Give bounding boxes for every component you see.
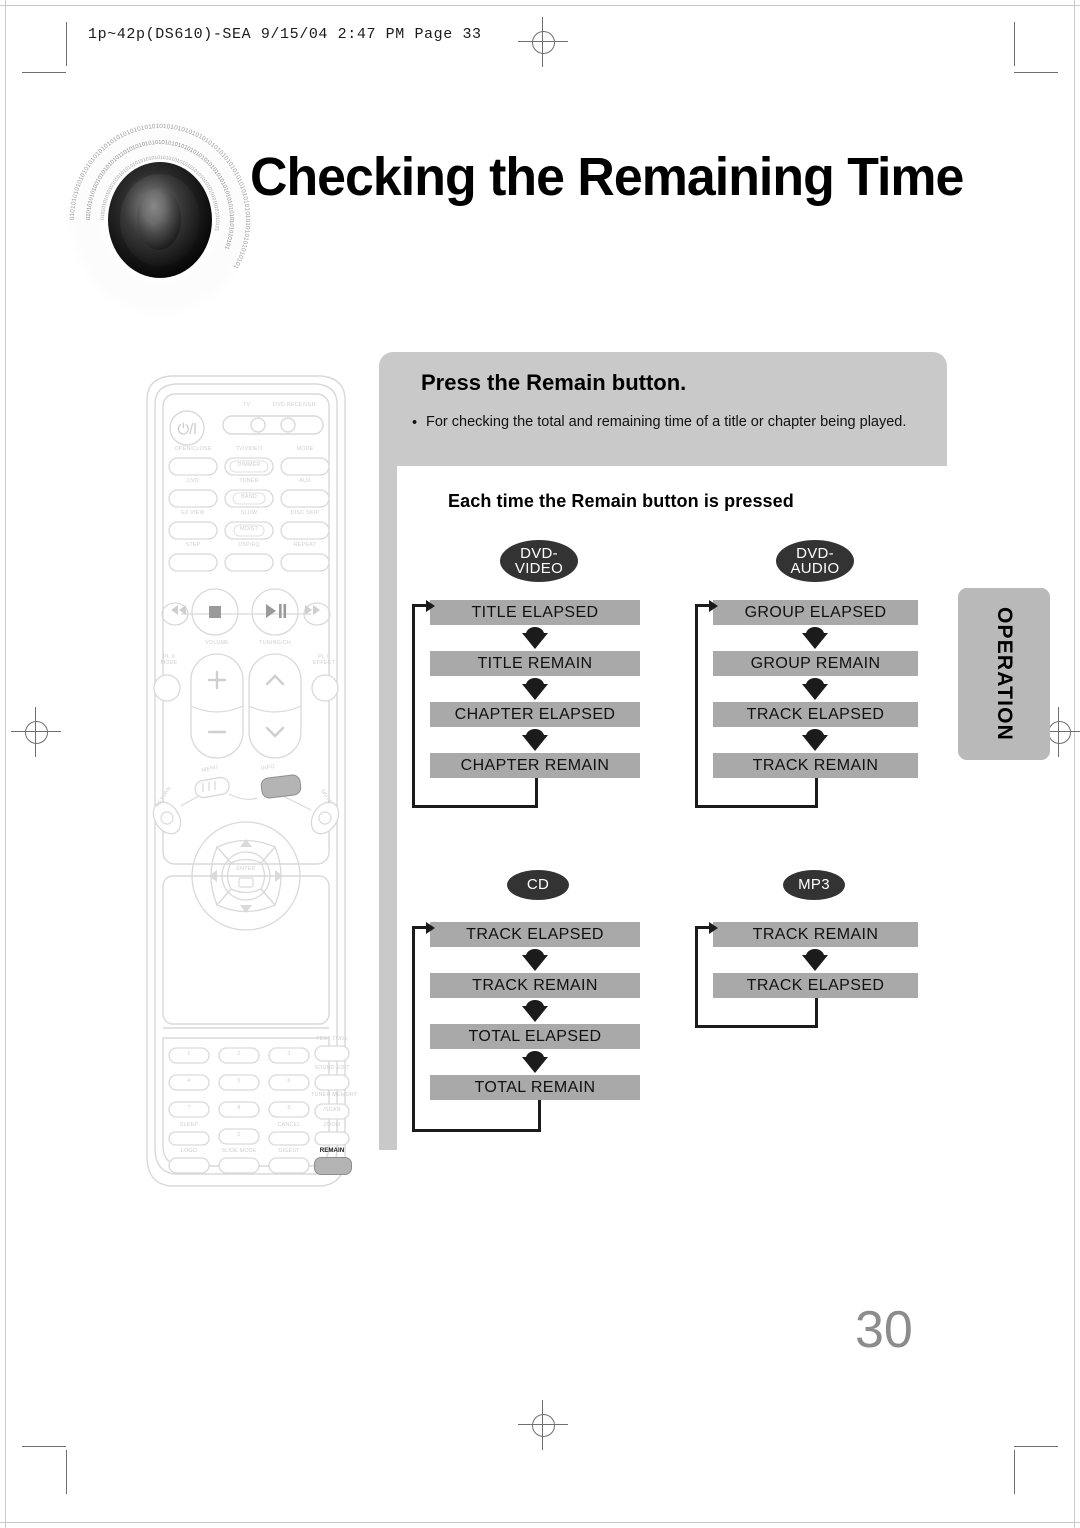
remote-label-disc-skip: DISC SKIP <box>290 510 320 516</box>
remote-label-pl2-effect: PL II EFFECT <box>312 654 336 666</box>
side-tab-label: OPERATION <box>993 606 1016 742</box>
remote-label-tuner-memory: TUNER MEMORY <box>311 1092 358 1098</box>
remote-label-most: MO/ST <box>239 526 259 532</box>
remote-label-volume: VOLUME <box>205 640 229 646</box>
remote-label-tv-video: TV/VIDEO <box>235 446 263 452</box>
remote-label-test-tone: TEST TONE <box>316 1036 348 1042</box>
flow-group-cd: CD TRACK ELAPSED TRACK REMAIN TOTAL ELAP… <box>410 862 650 1137</box>
loop-back-arrow <box>410 540 650 815</box>
remote-label-dsp-eq: DSP/EQ <box>238 542 260 548</box>
loop-back-arrow <box>410 862 650 1137</box>
crop-mark-bottom-right <box>1014 1446 1058 1447</box>
remote-label-scan: /SCAN <box>323 1107 341 1113</box>
instruction-panel-side-strip <box>379 460 397 1150</box>
crop-mark-bottom-right-vert <box>1014 1450 1015 1494</box>
instruction-bullet: • For checking the total and remaining t… <box>412 412 912 433</box>
bullet-marker: • <box>412 415 418 431</box>
crop-mark-top-left <box>22 72 66 73</box>
remote-label-zoom: ZOOM <box>323 1122 341 1128</box>
remote-label-remain: REMAIN <box>319 1147 345 1154</box>
remote-label-aux: AUX <box>299 478 311 484</box>
flow-group-dvd-audio: DVD- AUDIO GROUP ELAPSED GROUP REMAIN TR… <box>693 540 933 815</box>
remote-key-2[interactable]: 2 <box>219 1051 259 1057</box>
remote-label-tv: TV <box>243 402 251 408</box>
remote-label-mode: MODE <box>296 446 314 452</box>
registration-mark-top <box>518 17 568 67</box>
crop-mark-top-right <box>1014 72 1058 73</box>
remote-key-1[interactable]: 1 <box>169 1051 209 1057</box>
remote-key-7[interactable]: 7 <box>169 1105 209 1111</box>
side-tab-operation: OPERATION <box>958 588 1050 760</box>
remote-key-8[interactable]: 8 <box>219 1105 259 1111</box>
remote-label-dimmer: DIMMER <box>237 462 261 468</box>
manual-page: 1p~42p(DS610)-SEA 9/15/04 2:47 PM Page 3… <box>0 0 1080 1528</box>
svg-text:⏻/l: ⏻/l <box>177 421 196 438</box>
remote-key-0[interactable]: 0 <box>219 1132 259 1138</box>
crop-mark-bottom-left-vert <box>66 1450 67 1494</box>
page-title: Checking the Remaining Time <box>250 147 964 207</box>
bullet-text: For checking the total and remaining tim… <box>426 414 907 430</box>
registration-mark-left <box>11 707 61 757</box>
remote-label-sleep: SLEEP <box>179 1122 199 1128</box>
page-frame-bottom <box>0 1522 1080 1523</box>
page-frame-top <box>0 5 1080 6</box>
remote-label-digest: DIGEST <box>278 1148 300 1154</box>
loop-back-arrow <box>693 862 933 1042</box>
remote-key-6[interactable]: 6 <box>269 1078 309 1084</box>
speaker-disc-icon: 0101010101010101010101010101010101010101… <box>67 121 253 319</box>
remote-key-3[interactable]: 3 <box>269 1051 309 1057</box>
remote-body: ⏻/l <box>146 375 350 1187</box>
remote-key-4[interactable]: 4 <box>169 1078 209 1084</box>
remote-label-cancel: CANCEL <box>277 1122 301 1128</box>
page-frame-right <box>1074 0 1075 1528</box>
remote-label-pl2-mode: PL II MODE <box>160 654 178 666</box>
remote-label-step: STEP <box>185 542 201 548</box>
page-header: 0101010101010101010101010101010101010101… <box>60 120 964 319</box>
flow-group-dvd-video: DVD- VIDEO TITLE ELAPSED TITLE REMAIN CH… <box>410 540 650 815</box>
loop-back-arrow <box>693 540 933 815</box>
page-number: 30 <box>855 1301 913 1359</box>
remote-label-enter: ENTER <box>236 866 256 872</box>
flow-subheading: Each time the Remain button is pressed <box>448 491 794 511</box>
remote-label-slow: SLOW <box>240 510 258 516</box>
remote-key-9[interactable]: 9 <box>269 1105 309 1111</box>
remote-label-tuning-ch: TUNING/CH <box>259 640 291 646</box>
remote-label-logo: LOGO <box>180 1148 198 1154</box>
remote-remain-button-highlight[interactable] <box>314 1157 352 1175</box>
remote-label-ez-view: EZ VIEW <box>181 510 205 516</box>
flow-group-mp3: MP3 TRACK REMAIN TRACK ELAPSED <box>693 862 933 1042</box>
crop-mark-top-right-vert <box>1014 22 1015 66</box>
remote-control-illustration: ⏻/l TV DVD RECEIVER OPEN/CLOSE TV/VIDEO … <box>133 366 358 1196</box>
remote-key-5[interactable]: 5 <box>219 1078 259 1084</box>
remote-label-repeat: REPEAT <box>293 542 317 548</box>
remote-label-band: BAND <box>241 494 257 500</box>
remote-label-dvd-receiver: DVD RECEIVER <box>273 402 316 408</box>
print-slug: 1p~42p(DS610)-SEA 9/15/04 2:47 PM Page 3… <box>88 26 482 43</box>
crop-mark-top-left-vert <box>66 22 67 66</box>
registration-mark-bottom <box>518 1400 568 1450</box>
remote-label-sound-edit: SOUND EDIT <box>314 1065 350 1071</box>
remote-label-open-close: OPEN/CLOSE <box>174 446 212 452</box>
remote-label-tuner: TUNER <box>239 478 259 484</box>
remote-label-dvd: DVD <box>187 478 199 484</box>
page-frame-left <box>5 0 6 1528</box>
crop-mark-bottom-left <box>22 1446 66 1447</box>
instruction-heading: Press the Remain button. <box>421 370 687 395</box>
remote-label-slide-mode: SLIDE MODE <box>221 1148 257 1154</box>
